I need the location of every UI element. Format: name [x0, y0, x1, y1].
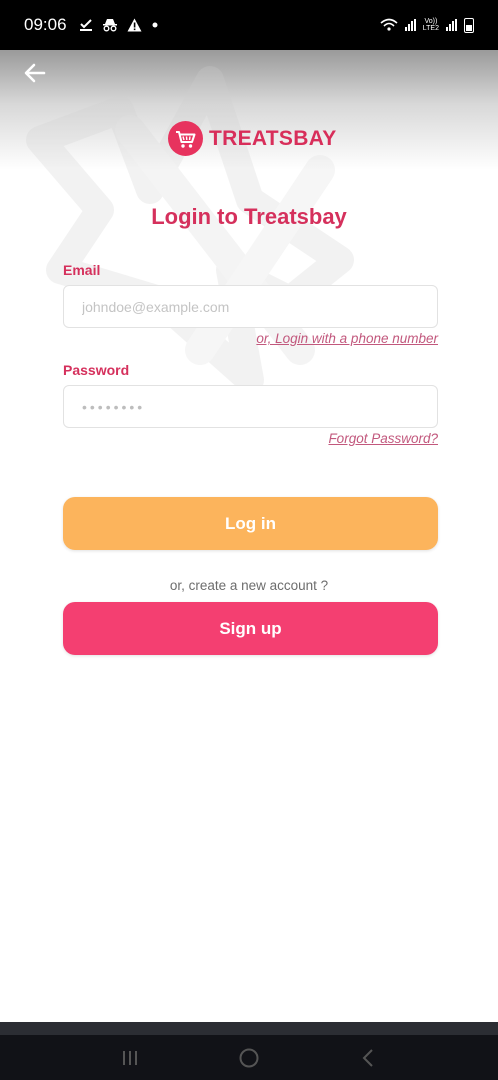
signal-icon-2 — [446, 19, 457, 31]
back-nav-icon — [362, 1048, 374, 1067]
create-account-text: or, create a new account ? — [169, 578, 329, 593]
lte-label: LTE2 — [422, 25, 439, 32]
recent-apps-button[interactable] — [110, 1043, 150, 1073]
status-icons — [79, 18, 159, 32]
recent-apps-icon — [122, 1050, 137, 1065]
shopping-cart-icon — [175, 130, 195, 148]
phone-login-link[interactable]: or, Login with a phone number — [256, 331, 438, 346]
incognito-icon — [102, 19, 117, 32]
status-bar: 09:06 Vo)) LTE2 — [0, 0, 498, 50]
warning-icon — [127, 18, 142, 32]
battery-icon — [464, 17, 474, 33]
status-time: 09:06 — [24, 15, 67, 34]
password-label: Password — [63, 362, 130, 378]
arrow-left-icon — [24, 63, 46, 83]
email-label: Email — [63, 262, 101, 278]
navigation-bar — [0, 1022, 498, 1080]
email-field[interactable] — [63, 285, 438, 328]
logo-badge — [168, 121, 203, 156]
volte-label: Vo)) — [424, 18, 438, 25]
dot-icon — [152, 22, 158, 28]
back-nav-button[interactable] — [348, 1043, 388, 1073]
status-right: Vo)) LTE2 — [380, 17, 474, 33]
signup-button[interactable]: Sign up — [63, 602, 438, 655]
wifi-icon — [380, 18, 398, 31]
password-field[interactable]: •••••••• — [63, 385, 438, 428]
password-masked-value: •••••••• — [82, 398, 146, 415]
home-icon — [239, 1048, 259, 1067]
forgot-password-link[interactable]: Forgot Password? — [328, 431, 438, 446]
check-download-icon — [79, 19, 92, 31]
login-button[interactable]: Log in — [63, 497, 438, 550]
brand-name: TREATSBAY — [209, 126, 337, 150]
signal-icon — [404, 19, 416, 31]
volte-icon: Vo)) LTE2 — [423, 18, 439, 32]
brand-logo: TREATSBAY — [168, 121, 337, 156]
page-title: Login to Treatsbay — [151, 204, 347, 229]
home-button[interactable] — [229, 1043, 269, 1073]
back-button[interactable] — [18, 58, 52, 88]
